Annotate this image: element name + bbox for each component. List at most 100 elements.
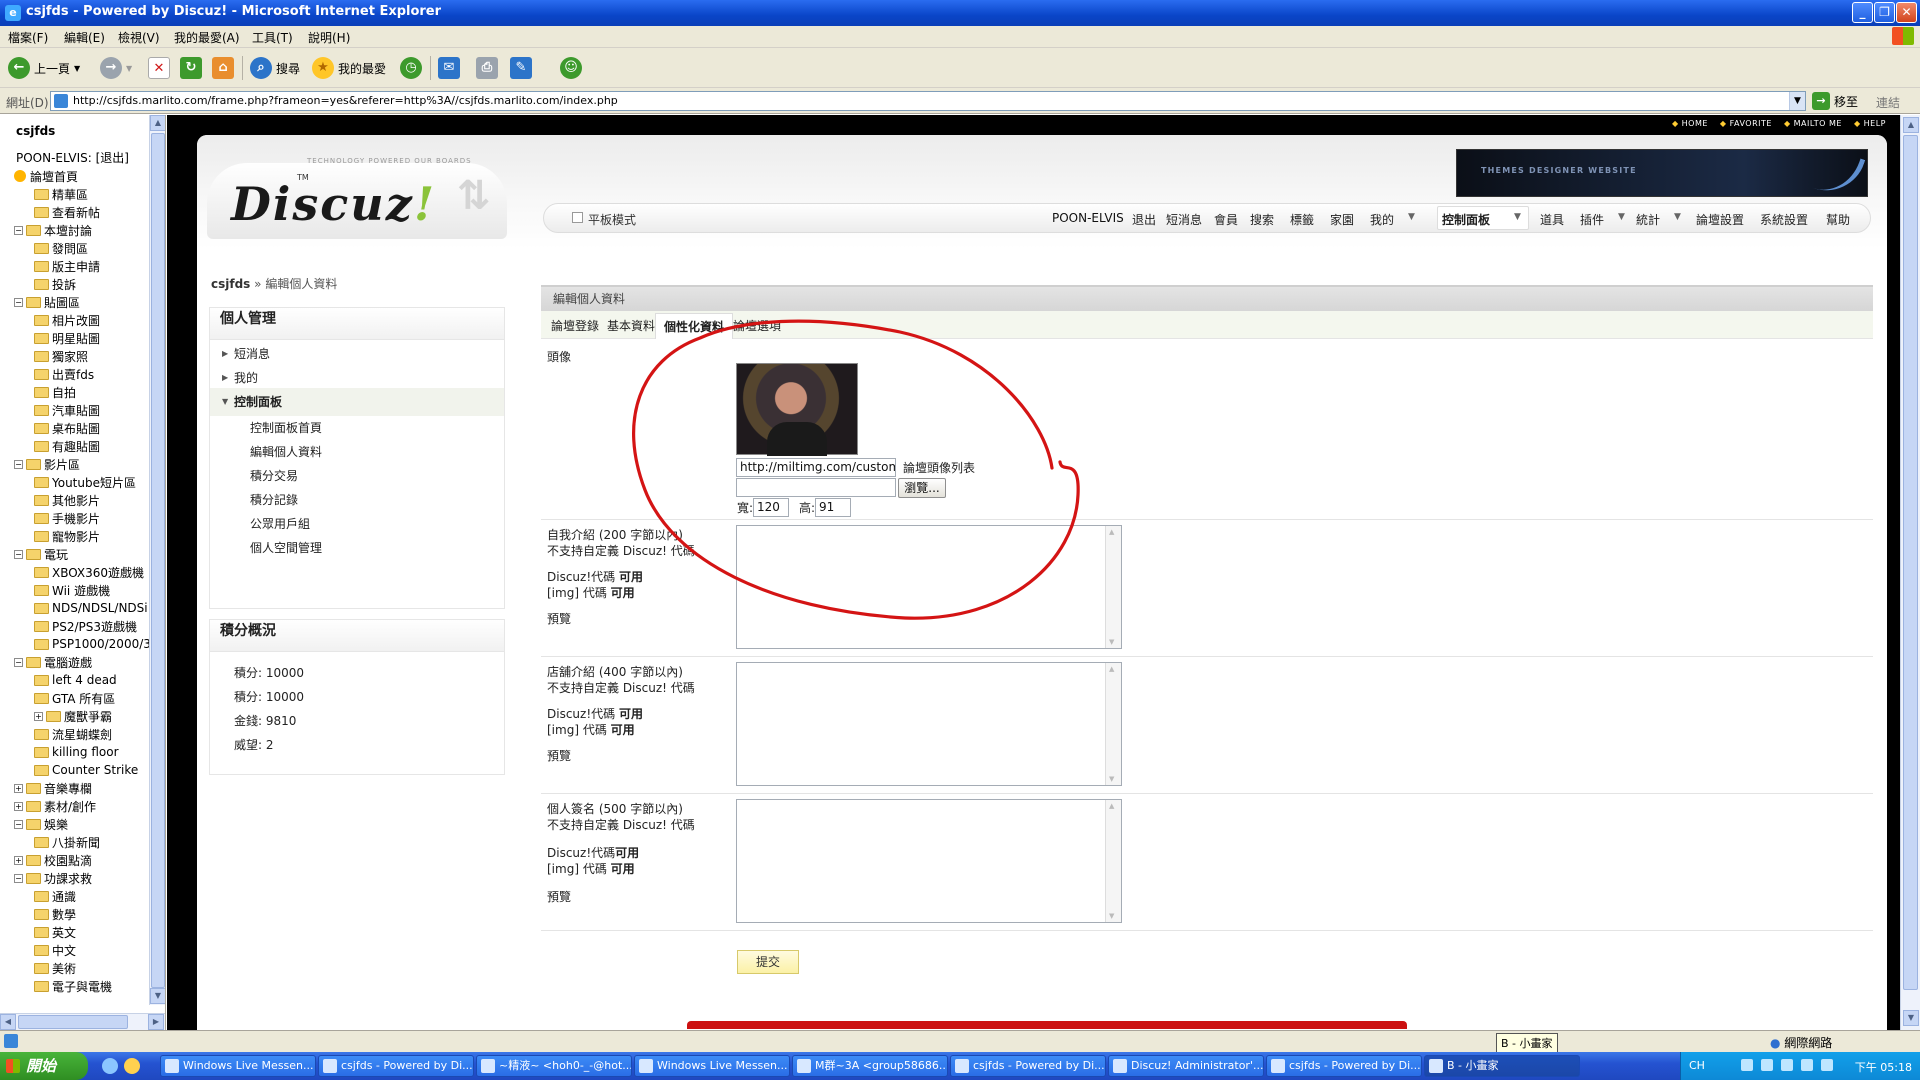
messenger-quicklaunch-icon[interactable] <box>124 1058 140 1074</box>
tree-item[interactable]: 發問區 <box>34 239 88 257</box>
tree-item[interactable]: NDS/NDSL/NDSi <box>34 599 148 617</box>
personal-menu-item[interactable]: ▼ 控制面板 <box>210 388 504 416</box>
tree-item[interactable]: + 素材/創作 <box>14 797 96 815</box>
tree-item[interactable]: 中文 <box>34 941 76 959</box>
chevron-down-icon[interactable]: ▼ <box>1514 212 1521 222</box>
chevron-down-icon[interactable]: ▼ <box>1408 212 1415 222</box>
nav-help[interactable]: 幫助 <box>1826 211 1850 228</box>
tree-item[interactable]: Counter Strike <box>34 761 138 779</box>
signature-preview[interactable]: 預覽 <box>547 889 571 905</box>
user-logout[interactable]: POON-ELVIS: [退出] <box>16 149 129 166</box>
shop-intro-preview[interactable]: 預覽 <box>547 748 571 764</box>
tree-item[interactable]: 相片改圖 <box>34 311 100 329</box>
tree-item[interactable]: 桌布貼圖 <box>34 419 100 437</box>
help-link[interactable]: HELP <box>1854 119 1886 128</box>
menu-edit[interactable]: 編輯(E) <box>64 29 105 46</box>
close-button[interactable]: ✕ <box>1896 2 1917 23</box>
tree-item[interactable]: 流星蝴蝶劍 <box>34 725 112 743</box>
tree-item[interactable]: 自拍 <box>34 383 76 401</box>
start-button[interactable]: 開始 <box>0 1052 88 1080</box>
textarea-scrollbar[interactable] <box>1105 800 1121 922</box>
edit-button[interactable]: ✎ <box>510 56 532 80</box>
tree-item[interactable]: − 功課求救 <box>14 869 92 887</box>
tree-item[interactable]: 版主申請 <box>34 257 100 275</box>
go-button[interactable]: → 移至 <box>1812 92 1858 110</box>
messenger-button[interactable]: ☺ <box>560 56 582 80</box>
tree-item[interactable]: 出賣fds <box>34 365 94 383</box>
nav-tags[interactable]: 標籤 <box>1290 211 1314 228</box>
taskbar-window-button[interactable]: Windows Live Messen... <box>160 1055 316 1077</box>
personal-menu-item[interactable]: 個人空間管理 <box>210 534 504 562</box>
volume-icon[interactable] <box>1821 1059 1833 1071</box>
print-button[interactable]: ⎙ <box>476 56 498 80</box>
avatar-url-input[interactable]: http://miltimg.com/customava <box>736 458 896 477</box>
favorites-button[interactable]: ★ 我的最愛 <box>312 56 386 80</box>
tab-basic-info[interactable]: 基本資料 <box>607 317 655 334</box>
chevron-down-icon[interactable]: ▼ <box>1789 92 1805 110</box>
nav-logout[interactable]: 退出 <box>1132 211 1156 228</box>
self-intro-textarea[interactable] <box>736 525 1122 649</box>
tree-item[interactable]: 通識 <box>34 887 76 905</box>
tree-vertical-scrollbar[interactable]: ▲ ▼ <box>149 115 165 1005</box>
page-vertical-scrollbar[interactable]: ▲ ▼ <box>1900 115 1920 1030</box>
menu-tools[interactable]: 工具(T) <box>252 29 293 46</box>
collapse-icon[interactable]: − <box>14 225 23 235</box>
tree-item[interactable]: − 娛樂 <box>14 815 68 833</box>
scroll-up-icon[interactable]: ▲ <box>1903 117 1919 133</box>
scroll-down-icon[interactable]: ▼ <box>150 988 165 1004</box>
textarea-scrollbar[interactable] <box>1105 663 1121 785</box>
refresh-button[interactable]: ↻ <box>180 56 202 80</box>
tree-item[interactable]: + 校園點滴 <box>14 851 92 869</box>
mailto-link[interactable]: MAILTO ME <box>1784 119 1842 128</box>
tree-item[interactable]: PS2/PS3遊戲機 <box>34 617 137 635</box>
taskbar-window-button[interactable]: ~精液~ <hoh0-_-@hot... <box>476 1055 632 1077</box>
tree-item[interactable]: 英文 <box>34 923 76 941</box>
taskbar-window-button[interactable]: csjfds - Powered by Di... <box>318 1055 474 1077</box>
tray-icon[interactable] <box>1761 1059 1773 1071</box>
minimize-button[interactable]: _ <box>1852 2 1873 23</box>
tree-item[interactable]: − 本壇討論 <box>14 221 92 239</box>
chevron-down-icon[interactable]: ▼ <box>1674 212 1681 222</box>
history-button[interactable]: ◷ <box>400 56 422 80</box>
home-button[interactable]: ⌂ <box>212 56 234 80</box>
tree-item[interactable]: left 4 dead <box>34 671 117 689</box>
scroll-right-icon[interactable]: ▶ <box>148 1014 164 1030</box>
tree-item[interactable]: 明星貼圖 <box>34 329 100 347</box>
width-input[interactable]: 120 <box>753 498 789 517</box>
tree-item[interactable]: 美術 <box>34 959 76 977</box>
tree-item[interactable]: 投訴 <box>34 275 76 293</box>
collapse-icon[interactable]: − <box>14 549 23 559</box>
tray-icon[interactable] <box>1781 1059 1793 1071</box>
tree-item[interactable]: 論壇首頁 <box>14 167 78 185</box>
breadcrumb-home[interactable]: csjfds <box>211 277 250 291</box>
tree-item[interactable]: XBOX360遊戲機 <box>34 563 144 581</box>
ie-quicklaunch-icon[interactable] <box>102 1058 118 1074</box>
taskbar-window-button[interactable]: B - 小畫家 <box>1424 1055 1580 1077</box>
tree-item[interactable]: 數學 <box>34 905 76 923</box>
plain-mode-label[interactable]: 平板模式 <box>588 211 636 228</box>
taskbar-window-button[interactable]: csjfds - Powered by Di... <box>950 1055 1106 1077</box>
tab-forum-options[interactable]: 論壇選項 <box>733 317 781 334</box>
mail-button[interactable]: ✉ <box>438 56 460 80</box>
tree-item[interactable]: − 電玩 <box>14 545 68 563</box>
tree-item[interactable]: killing floor <box>34 743 119 761</box>
tree-item[interactable]: 獨家照 <box>34 347 88 365</box>
tree-item[interactable]: 手機影片 <box>34 509 100 527</box>
tree-item[interactable]: + 音樂專欄 <box>14 779 92 797</box>
tree-item[interactable]: 精華區 <box>34 185 88 203</box>
stop-button[interactable]: ✕ <box>148 56 170 80</box>
nav-forum-settings[interactable]: 論壇設置 <box>1696 211 1744 228</box>
menu-help[interactable]: 說明(H) <box>308 29 350 46</box>
nav-search[interactable]: 搜索 <box>1250 211 1274 228</box>
tray-icon[interactable] <box>1741 1059 1753 1071</box>
tree-item[interactable]: 其他影片 <box>34 491 100 509</box>
tree-item[interactable]: Youtube短片區 <box>34 473 136 491</box>
nav-my[interactable]: 我的 <box>1370 211 1394 228</box>
tree-item[interactable]: Wii 遊戲機 <box>34 581 110 599</box>
height-input[interactable]: 91 <box>815 498 851 517</box>
tree-horizontal-scrollbar[interactable]: ◀ ▶ <box>0 1013 165 1030</box>
collapse-icon[interactable]: − <box>14 297 23 307</box>
menu-favorites[interactable]: 我的最愛(A) <box>174 29 240 46</box>
tree-item[interactable]: 八掛新聞 <box>34 833 100 851</box>
shop-intro-textarea[interactable] <box>736 662 1122 786</box>
